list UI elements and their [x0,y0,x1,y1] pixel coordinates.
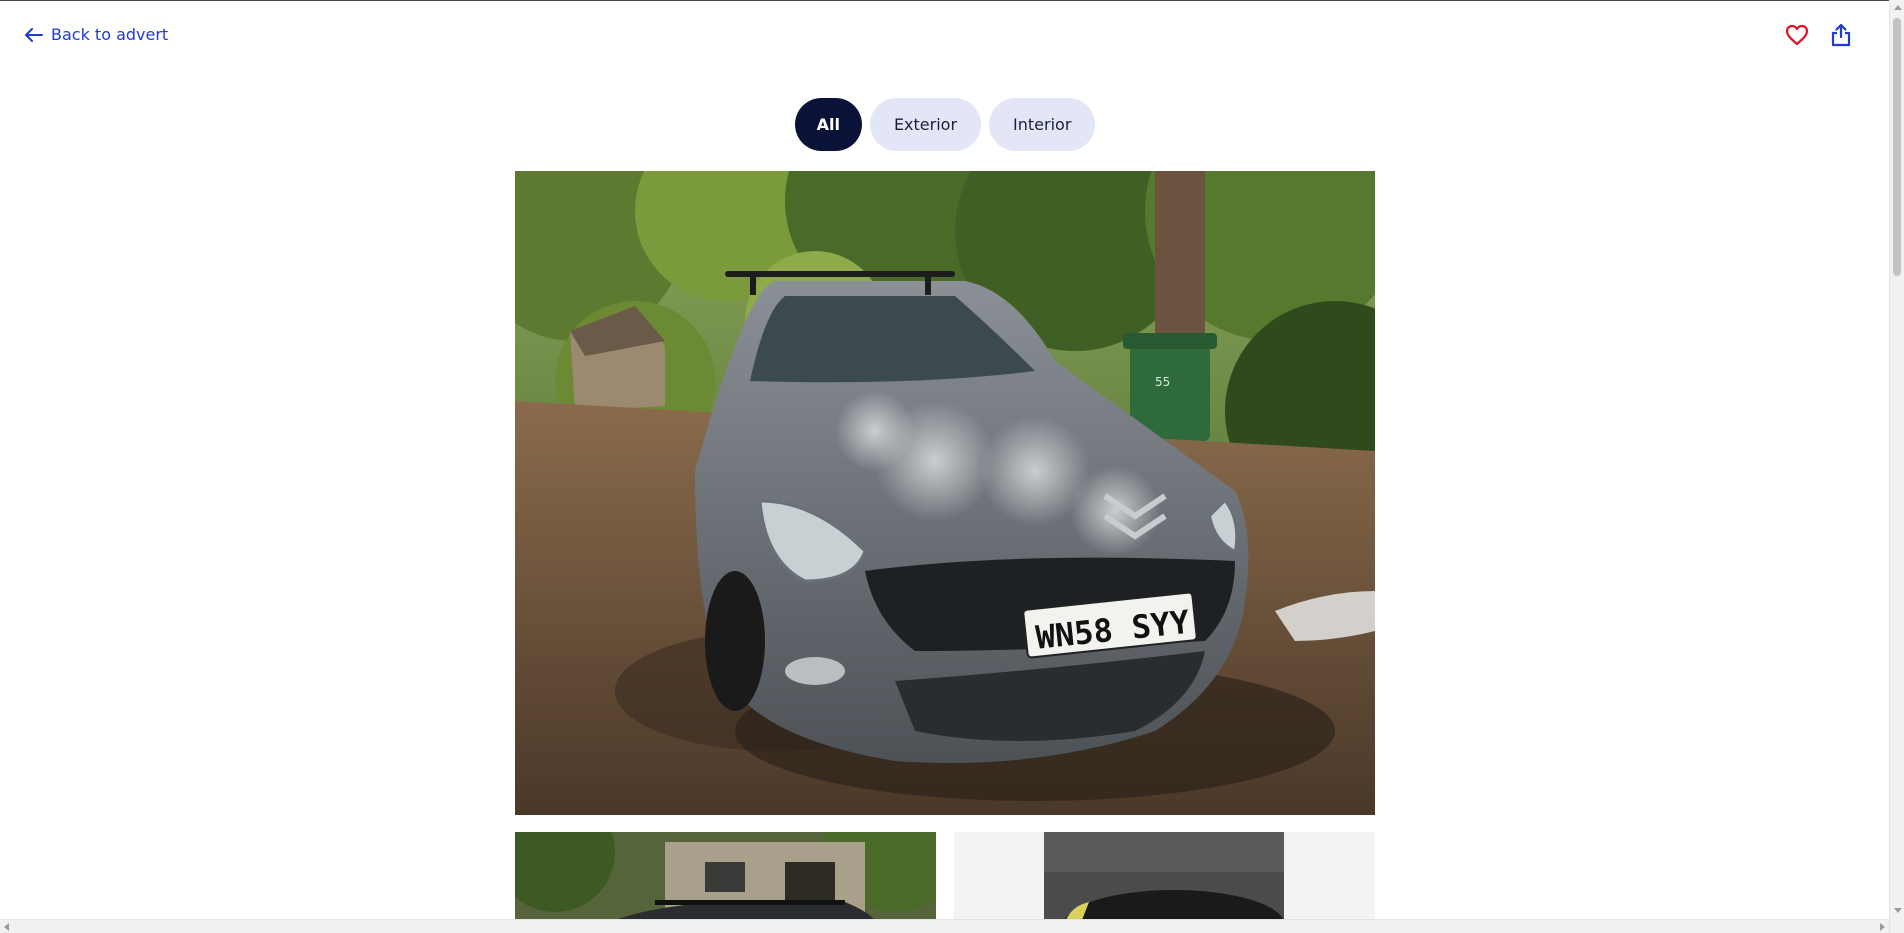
scroll-right-arrow-icon[interactable] [1880,923,1885,931]
back-to-advert-link[interactable]: Back to advert [25,25,168,44]
filter-exterior-button[interactable]: Exterior [869,98,982,151]
heart-icon [1785,24,1809,50]
share-icon [1831,23,1851,51]
scroll-up-arrow-icon[interactable] [1894,5,1902,10]
thumbnail-1-illustration [515,832,936,920]
window-top-border [0,0,1904,1]
scroll-down-arrow-icon[interactable] [1894,908,1902,913]
gallery-thumbnail-2[interactable] [954,832,1375,920]
svg-text:55: 55 [1155,375,1170,389]
vertical-scrollbar[interactable] [1889,0,1904,933]
share-button[interactable] [1828,23,1854,51]
back-to-advert-label: Back to advert [51,25,169,44]
header-actions [1784,23,1854,51]
thumbnail-2-illustration [954,832,1375,920]
filter-all-button[interactable]: All [794,98,862,151]
main-photo[interactable]: 55 WN58 SYY [515,171,1375,815]
filter-interior-button[interactable]: Interior [989,98,1096,151]
car-photo-illustration: 55 WN58 SYY [515,171,1375,815]
save-favourite-button[interactable] [1784,24,1810,50]
photo-filter-tabs: All Exterior Interior [0,98,1890,151]
vertical-scroll-thumb[interactable] [1893,18,1901,276]
gallery-thumbnail-1[interactable] [515,832,936,920]
arrow-left-icon [25,27,43,42]
horizontal-scrollbar[interactable] [0,919,1889,933]
scroll-left-arrow-icon[interactable] [4,923,9,931]
